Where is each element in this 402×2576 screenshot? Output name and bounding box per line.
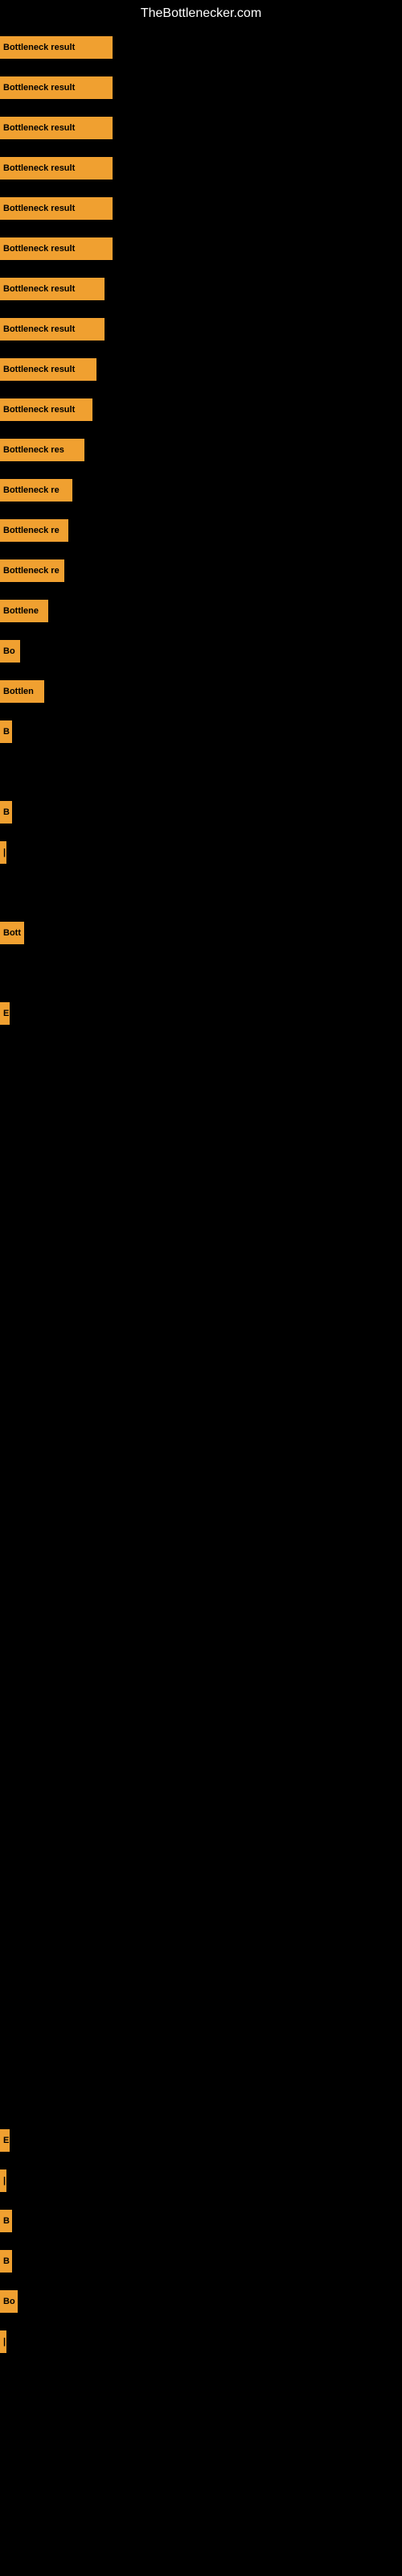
bar-row: Bott	[0, 922, 24, 944]
bar-row: Bottleneck result	[0, 157, 113, 180]
bar-label: B	[0, 801, 12, 824]
bar-row: Bottleneck result	[0, 398, 92, 421]
bar-label: Bott	[0, 922, 24, 944]
bar-row: B	[0, 2210, 12, 2232]
bar-row: Bottlen	[0, 680, 44, 703]
bar-label: Bottleneck result	[0, 76, 113, 99]
bar-row: Bottleneck result	[0, 117, 113, 139]
bar-row: Bottleneck result	[0, 197, 113, 220]
bar-row: Bottleneck result	[0, 237, 113, 260]
bar-label: Bottleneck result	[0, 237, 113, 260]
site-title: TheBottlenecker.com	[0, 0, 402, 27]
bar-label: Bottleneck result	[0, 157, 113, 180]
bar-label: B	[0, 720, 12, 743]
bar-row: Bottleneck result	[0, 76, 113, 99]
bar-row: E	[0, 2129, 10, 2152]
bar-label: Bottlene	[0, 600, 48, 622]
bar-label: Bottleneck re	[0, 479, 72, 502]
bar-row: Bottleneck re	[0, 559, 64, 582]
bar-label: B	[0, 2210, 12, 2232]
bar-label: |	[0, 841, 6, 864]
bar-row: Bottleneck result	[0, 318, 105, 341]
bar-label: Bottlen	[0, 680, 44, 703]
bar-label: Bottleneck result	[0, 278, 105, 300]
bar-row: B	[0, 801, 12, 824]
bar-label: Bottleneck result	[0, 117, 113, 139]
bar-label: Bottleneck re	[0, 519, 68, 542]
bar-label: Bottleneck re	[0, 559, 64, 582]
bar-row: |	[0, 841, 6, 864]
bar-row: |	[0, 2169, 6, 2192]
bar-row: Bottleneck result	[0, 358, 96, 381]
bar-row: Bo	[0, 2290, 18, 2313]
bar-row: E	[0, 1002, 10, 1025]
bar-label: E	[0, 1002, 10, 1025]
bar-row: Bottlene	[0, 600, 48, 622]
bar-row: Bottleneck res	[0, 439, 84, 461]
bar-label: Bottleneck result	[0, 398, 92, 421]
bar-label: Bottleneck result	[0, 197, 113, 220]
bar-label: Bo	[0, 2290, 18, 2313]
bar-row: B	[0, 2250, 12, 2273]
bar-row: Bottleneck result	[0, 36, 113, 59]
bar-label: B	[0, 2250, 12, 2273]
bar-row: Bottleneck result	[0, 278, 105, 300]
bar-label: Bottleneck result	[0, 318, 105, 341]
bar-label: Bottleneck result	[0, 358, 96, 381]
bar-row: Bo	[0, 640, 20, 663]
bar-row: Bottleneck re	[0, 479, 72, 502]
bar-label: E	[0, 2129, 10, 2152]
bar-label: Bottleneck result	[0, 36, 113, 59]
bar-label: Bo	[0, 640, 20, 663]
bar-label: Bottleneck res	[0, 439, 84, 461]
bar-label: |	[0, 2169, 6, 2192]
page-container: TheBottlenecker.com Bottleneck result Bot…	[0, 0, 402, 2576]
bar-row: B	[0, 720, 12, 743]
bar-row: Bottleneck re	[0, 519, 68, 542]
bar-row: |	[0, 2330, 6, 2353]
bar-label: |	[0, 2330, 6, 2353]
